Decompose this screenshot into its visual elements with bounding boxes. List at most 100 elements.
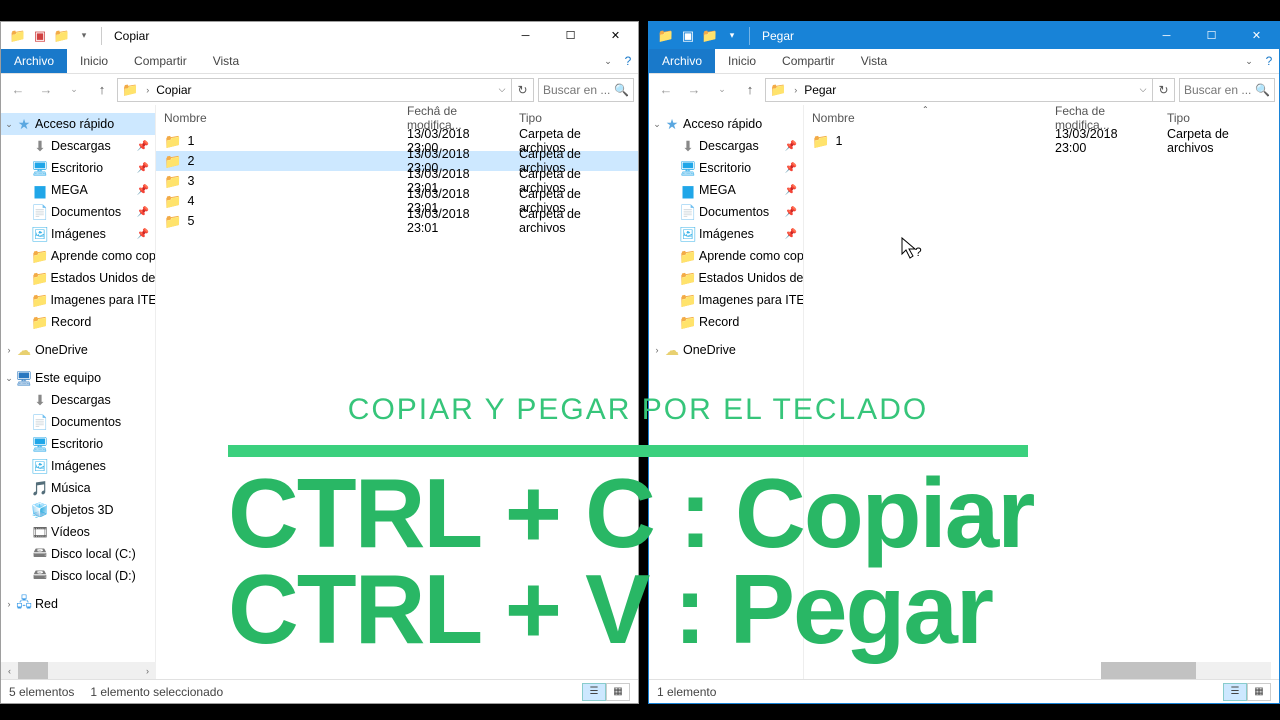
tree-horizontal-scrollbar[interactable]: ‹ › <box>1 662 156 679</box>
scroll-left-icon[interactable]: ‹ <box>1 662 18 679</box>
tree-desktop[interactable]: 🖥Escritorio📌 <box>649 157 803 179</box>
chevron-right-icon[interactable]: › <box>143 85 152 95</box>
minimize-button[interactable]: ─ <box>1144 22 1189 49</box>
nav-back-button[interactable]: ← <box>5 78 31 102</box>
tree-pc-desktop[interactable]: 🖥Escritorio <box>1 433 155 455</box>
ribbon-expand-icon[interactable]: ⌄ <box>1239 49 1259 73</box>
qat-dropdown-icon[interactable]: ▾ <box>73 25 95 47</box>
tree-images[interactable]: 🖼Imágenes📌 <box>649 223 803 245</box>
ribbon-tab-view[interactable]: Vista <box>200 49 252 73</box>
titlebar[interactable]: 📁 ▣ 📁 ▾ Pegar ─ ☐ ✕ <box>649 22 1279 49</box>
tree-pc-downloads[interactable]: ⬇Descargas <box>1 389 155 411</box>
column-name[interactable]: Nombre <box>156 111 399 125</box>
address-dropdown-icon[interactable]: ⌵ <box>1134 84 1152 95</box>
tree-folder-2[interactable]: 📁Estados Unidos desp <box>1 267 155 289</box>
ribbon-tab-share[interactable]: Compartir <box>121 49 200 73</box>
breadcrumb[interactable]: Pegar <box>800 83 840 97</box>
tree-desktop[interactable]: 🖥Escritorio📌 <box>1 157 155 179</box>
list-horizontal-scrollbar[interactable] <box>1101 662 1271 679</box>
window-title: Pegar <box>756 29 794 43</box>
tree-folder-1[interactable]: 📁Aprende como cop <box>649 245 803 267</box>
nav-tree[interactable]: ⌄★Acceso rápido ⬇Descargas📌 🖥Escritorio📌… <box>1 105 156 679</box>
ribbon-tab-file[interactable]: Archivo <box>1 49 67 73</box>
tree-folder-3[interactable]: 📁Imagenes para ITEC <box>1 289 155 311</box>
tree-pc-3d[interactable]: 🧊Objetos 3D <box>1 499 155 521</box>
help-icon[interactable]: ? <box>618 49 638 73</box>
ribbon-tab-share[interactable]: Compartir <box>769 49 848 73</box>
tree-folder-4[interactable]: 📁Record <box>649 311 803 333</box>
refresh-button[interactable]: ↻ <box>511 79 533 101</box>
tree-pc-drive-d[interactable]: 🖴Disco local (D:) <box>1 565 155 587</box>
tree-mega[interactable]: ▆MEGA📌 <box>1 179 155 201</box>
view-details-button[interactable]: ☰ <box>1223 683 1247 701</box>
tree-this-pc[interactable]: ⌄🖥Este equipo <box>1 367 155 389</box>
tree-images[interactable]: 🖼Imágenes📌 <box>1 223 155 245</box>
maximize-button[interactable]: ☐ <box>1189 22 1234 49</box>
chevron-right-icon[interactable]: › <box>791 85 800 95</box>
ribbon-tab-home[interactable]: Inicio <box>67 49 121 73</box>
file-row[interactable]: 📁513/03/2018 23:01Carpeta de archivos <box>156 211 638 231</box>
scrollbar-thumb[interactable] <box>18 662 48 679</box>
tree-documents[interactable]: 📄Documentos📌 <box>649 201 803 223</box>
qat-newfolder-icon[interactable]: 📁 <box>51 25 73 47</box>
ribbon-expand-icon[interactable]: ⌄ <box>598 49 618 73</box>
nav-up-button[interactable]: ↑ <box>737 78 763 102</box>
view-large-button[interactable]: ▦ <box>1247 683 1271 701</box>
tree-mega[interactable]: ▆MEGA📌 <box>649 179 803 201</box>
scroll-right-icon[interactable]: › <box>139 662 156 679</box>
nav-back-button[interactable]: ← <box>653 78 679 102</box>
tree-downloads[interactable]: ⬇Descargas📌 <box>649 135 803 157</box>
ribbon-tab-home[interactable]: Inicio <box>715 49 769 73</box>
search-input[interactable]: Buscar en ... 🔍 <box>1179 78 1275 102</box>
nav-forward-button[interactable]: → <box>681 78 707 102</box>
file-list[interactable]: ⌃ Nombre Fecha de modifica... Tipo 📁113/… <box>156 105 638 679</box>
tree-documents[interactable]: 📄Documentos📌 <box>1 201 155 223</box>
view-large-button[interactable]: ▦ <box>606 683 630 701</box>
refresh-button[interactable]: ↻ <box>1152 79 1174 101</box>
tree-folder-1[interactable]: 📁Aprende como cop <box>1 245 155 267</box>
minimize-button[interactable]: ─ <box>503 22 548 49</box>
tree-quick-access[interactable]: ⌄★Acceso rápido <box>649 113 803 135</box>
tree-pc-documents[interactable]: 📄Documentos <box>1 411 155 433</box>
file-row[interactable]: 📁113/03/2018 23:00Carpeta de archivos <box>804 131 1279 151</box>
qat-newfolder-icon[interactable]: 📁 <box>699 25 721 47</box>
tree-pc-music[interactable]: 🎵Música <box>1 477 155 499</box>
nav-recent-button[interactable]: ⌄ <box>61 78 87 102</box>
maximize-button[interactable]: ☐ <box>548 22 593 49</box>
close-button[interactable]: ✕ <box>593 22 638 49</box>
qat-properties-icon[interactable]: ▣ <box>677 25 699 47</box>
tree-network[interactable]: ›🖧Red <box>1 593 155 615</box>
qat-dropdown-icon[interactable]: ▾ <box>721 25 743 47</box>
tree-folder-2[interactable]: 📁Estados Unidos desp <box>649 267 803 289</box>
tree-onedrive[interactable]: ›☁OneDrive <box>649 339 803 361</box>
tree-onedrive[interactable]: ›☁OneDrive <box>1 339 155 361</box>
column-type[interactable]: Tipo <box>1159 111 1279 125</box>
close-button[interactable]: ✕ <box>1234 22 1279 49</box>
address-dropdown-icon[interactable]: ⌵ <box>493 84 511 95</box>
ribbon-tab-view[interactable]: Vista <box>848 49 900 73</box>
file-name: 2 <box>187 154 194 168</box>
address-bar[interactable]: 📁 › Pegar ⌵ ↻ <box>765 78 1175 102</box>
tree-pc-drive-c[interactable]: 🖴Disco local (C:) <box>1 543 155 565</box>
ribbon-tab-file[interactable]: Archivo <box>649 49 715 73</box>
tree-downloads[interactable]: ⬇Descargas📌 <box>1 135 155 157</box>
qat-properties-icon[interactable]: ▣ <box>29 25 51 47</box>
titlebar[interactable]: 📁 ▣ 📁 ▾ Copiar ─ ☐ ✕ <box>1 22 638 49</box>
view-details-button[interactable]: ☰ <box>582 683 606 701</box>
tree-pc-videos[interactable]: 🎞Vídeos <box>1 521 155 543</box>
file-list[interactable]: ⌃ Nombre Fecha de modifica... Tipo 📁113/… <box>804 105 1279 679</box>
tree-quick-access[interactable]: ⌄★Acceso rápido <box>1 113 155 135</box>
breadcrumb[interactable]: Copiar <box>152 83 195 97</box>
nav-forward-button[interactable]: → <box>33 78 59 102</box>
tree-folder-3[interactable]: 📁Imagenes para ITEC <box>649 289 803 311</box>
help-icon[interactable]: ? <box>1259 49 1279 73</box>
search-input[interactable]: Buscar en ... 🔍 <box>538 78 634 102</box>
tree-pc-images[interactable]: 🖼Imágenes <box>1 455 155 477</box>
nav-tree[interactable]: ⌄★Acceso rápido ⬇Descargas📌 🖥Escritorio📌… <box>649 105 804 679</box>
nav-recent-button[interactable]: ⌄ <box>709 78 735 102</box>
column-type[interactable]: Tipo <box>511 111 638 125</box>
address-bar[interactable]: 📁 › Copiar ⌵ ↻ <box>117 78 534 102</box>
scrollbar-thumb[interactable] <box>1101 662 1196 679</box>
tree-folder-4[interactable]: 📁Record <box>1 311 155 333</box>
nav-up-button[interactable]: ↑ <box>89 78 115 102</box>
